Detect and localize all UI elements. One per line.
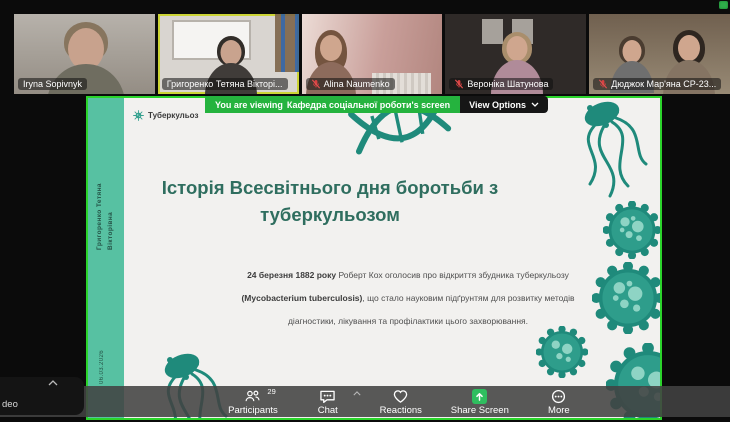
- slide-body-text: 24 березня 1882 року Роберт Кох оголосив…: [241, 270, 575, 326]
- participant-name-tag: Вероніка Шатунова: [449, 78, 554, 90]
- share-screen-arrow-icon: [472, 389, 488, 404]
- viewing-prefix: You are viewing: [215, 99, 283, 110]
- chevron-up-icon[interactable]: [48, 380, 58, 386]
- slide-title: Історія Всесвітнього дня боротьби з тубер…: [161, 177, 499, 225]
- virus-icon: [536, 326, 588, 378]
- bookshelf: [274, 14, 299, 72]
- mic-off-icon: [455, 79, 464, 89]
- screen-owner-name: Кафедра соціальної роботи's screen: [286, 99, 451, 110]
- shared-screen-slide: Григоренко Тетяна Вікторівна 06.03.2026 Т…: [86, 96, 662, 420]
- reactions-label: Reactions: [379, 405, 422, 416]
- chat-button[interactable]: Chat: [305, 389, 361, 416]
- video-button-partial[interactable]: deo: [0, 377, 84, 415]
- share-screen-label: Share Screen: [450, 405, 509, 416]
- mic-off-icon: [311, 79, 320, 89]
- virus-icon: [592, 262, 660, 334]
- meeting-app-area: Iryna Sopivnyk Григоренко Тетяна Вікторі…: [0, 0, 730, 422]
- chat-label: Chat: [317, 405, 338, 416]
- participant-tile-alina[interactable]: Alina Naumenko: [301, 14, 443, 94]
- viewing-banner-text: You are viewing Кафедра соціальної робот…: [205, 96, 461, 113]
- participant-name: Дюджок Мар'яна СР-23...: [611, 79, 717, 89]
- more-button[interactable]: More: [536, 389, 582, 416]
- encryption-shield-icon[interactable]: [719, 1, 728, 9]
- participant-tile-diudzhok[interactable]: Дюджок Мар'яна СР-23...: [589, 14, 730, 94]
- heart-icon: [394, 390, 408, 403]
- window-edge-whitespace: [730, 0, 750, 422]
- view-options-button[interactable]: View Options: [460, 96, 548, 113]
- participant-name: Alina Naumenko: [323, 79, 390, 89]
- chevron-down-icon: [531, 102, 539, 107]
- participants-count-badge: 29: [267, 387, 276, 396]
- share-screen-button[interactable]: Share Screen: [451, 389, 509, 416]
- ellipsis-icon: [552, 389, 566, 404]
- mic-off-icon: [599, 79, 608, 89]
- meeting-toolbar: 29 Participants Chat Reactions Share Scr…: [0, 386, 730, 417]
- slide-logo: Туберкульоз: [133, 110, 198, 121]
- participants-button[interactable]: 29 Participants: [228, 387, 278, 416]
- viewing-banner: You are viewing Кафедра соціальної робот…: [205, 96, 548, 113]
- video-strip: Iryna Sopivnyk Григоренко Тетяна Вікторі…: [0, 14, 730, 94]
- participant-name: Григоренко Тетяна Вікторі...: [166, 79, 283, 89]
- chat-bubble-icon: [320, 390, 335, 403]
- slide-logo-label: Туберкульоз: [148, 111, 199, 120]
- chevron-up-icon[interactable]: [353, 391, 361, 396]
- bacteria-icon: [584, 101, 648, 198]
- participant-name-tag: Григоренко Тетяна Вікторі...: [161, 78, 288, 90]
- participants-label: Participants: [228, 405, 278, 416]
- more-label: More: [548, 405, 570, 416]
- participant-name: Вероніка Шатунова: [467, 79, 549, 89]
- participant-name-tag: Дюджок Мар'яна СР-23...: [593, 78, 722, 90]
- zoom-meeting-window: Iryna Sopivnyk Григоренко Тетяна Вікторі…: [0, 0, 750, 422]
- participant-tile-veronika[interactable]: Вероніка Шатунова: [445, 14, 587, 94]
- virus-icon: [603, 201, 660, 259]
- participants-icon: [245, 390, 260, 402]
- virus-icon: [133, 110, 144, 121]
- slide-date-vertical: 06.03.2026: [99, 350, 105, 385]
- participant-name: Iryna Sopivnyk: [23, 79, 83, 89]
- participant-name-tag: Iryna Sopivnyk: [18, 78, 88, 90]
- view-options-label: View Options: [469, 99, 526, 110]
- participant-tile-hryhorenko[interactable]: Григоренко Тетяна Вікторі...: [157, 14, 299, 94]
- video-button-label-fragment: deo: [2, 399, 18, 410]
- participant-tile-iryna[interactable]: Iryna Sopivnyk: [14, 14, 155, 94]
- participant-name-tag: Alina Naumenko: [305, 78, 395, 90]
- reactions-button[interactable]: Reactions: [378, 389, 424, 416]
